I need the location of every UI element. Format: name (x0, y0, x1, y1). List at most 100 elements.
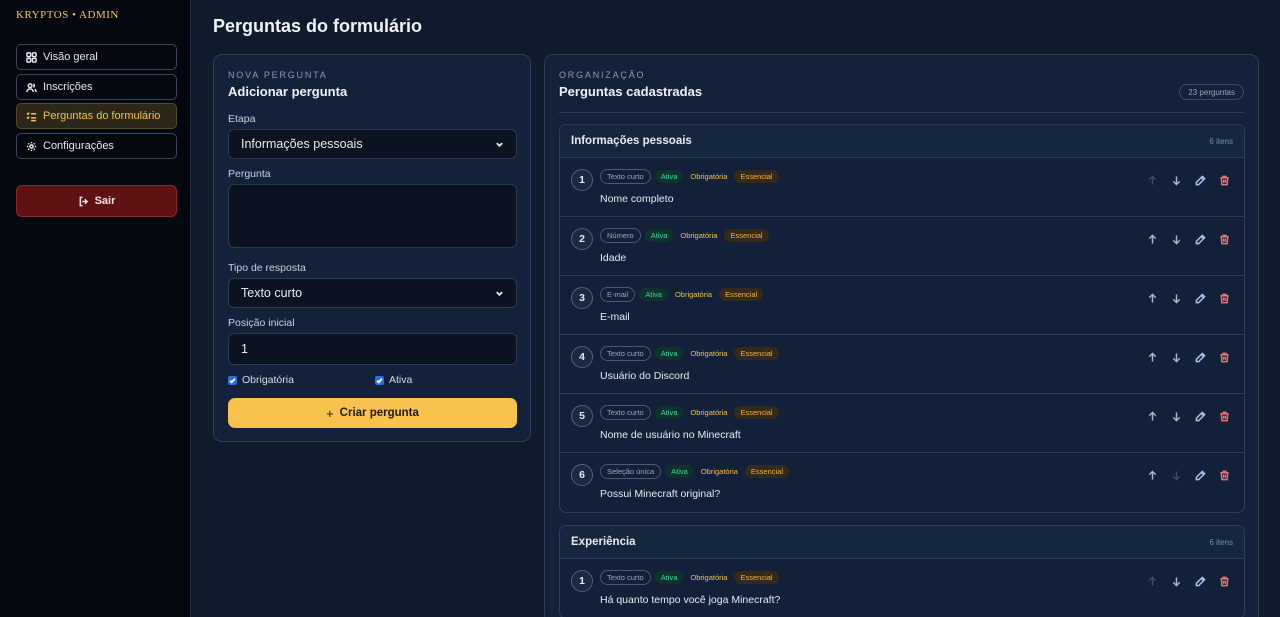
essential-badge: Essencial (734, 406, 779, 419)
required-checkbox[interactable]: Obrigatória (228, 374, 294, 386)
sidebar-item-label: Configurações (43, 140, 114, 152)
arrow-up-icon[interactable] (1147, 352, 1158, 363)
arrow-down-icon[interactable] (1171, 293, 1182, 304)
type-badge: Texto curto (600, 169, 651, 184)
arrow-down-icon[interactable] (1171, 470, 1182, 481)
question-actions (1147, 352, 1230, 363)
sidebar-item-label: Visão geral (43, 51, 98, 63)
question-group: Informações pessoais 6 itens 1 Texto curto A… (559, 124, 1245, 513)
arrow-down-icon[interactable] (1171, 352, 1182, 363)
group-header: Experiência 6 itens (560, 526, 1244, 559)
question-tags: Seleção única Ativa Obrigatória Essencial (600, 464, 790, 479)
group-name: Informações pessoais (571, 135, 692, 147)
pencil-icon[interactable] (1195, 293, 1206, 304)
essential-badge: Essencial (744, 465, 790, 478)
essential-badge: Essencial (724, 229, 769, 242)
stage-select-value: Informações pessoais (241, 137, 363, 151)
grid-icon (26, 51, 37, 63)
type-label: Tipo de resposta (228, 262, 306, 274)
arrow-down-icon[interactable] (1171, 175, 1182, 186)
arrow-up-icon[interactable] (1147, 576, 1158, 587)
question-textarea[interactable] (228, 184, 517, 248)
logout-button[interactable]: Sair (16, 185, 177, 217)
trash-icon[interactable] (1219, 175, 1230, 186)
arrow-up-icon[interactable] (1147, 470, 1158, 481)
question-text: Usuário do Discord (600, 370, 690, 382)
trash-icon[interactable] (1219, 411, 1230, 422)
group-count: 6 itens (1209, 537, 1233, 547)
response-type-select[interactable]: Texto curto (228, 278, 517, 308)
question-actions (1147, 175, 1230, 186)
question-text: Há quanto tempo você joga Minecraft? (600, 594, 781, 606)
chevron-down-icon (496, 291, 503, 296)
sidebar: KRYPTOS • ADMIN Visão geral Inscrições P… (0, 0, 191, 617)
status-badge: Ativa (644, 229, 674, 242)
plus-icon: + (326, 405, 334, 421)
checkbox-checked-icon (228, 375, 237, 385)
position-input[interactable]: 1 (228, 333, 517, 365)
question-position-badge: 1 (571, 169, 593, 191)
question-actions (1147, 470, 1230, 481)
status-badge: Ativa (654, 571, 684, 584)
sidebar-item-inscricoes[interactable]: Inscrições (16, 74, 177, 100)
trash-icon[interactable] (1219, 234, 1230, 245)
question-actions (1147, 293, 1230, 304)
logout-icon (79, 196, 88, 206)
question-position-badge: 5 (571, 405, 593, 427)
status-badge: Ativa (639, 288, 668, 301)
position-input-value: 1 (241, 342, 248, 356)
arrow-up-icon[interactable] (1147, 175, 1158, 186)
group-header: Informações pessoais 6 itens (560, 125, 1244, 158)
arrow-up-icon[interactable] (1147, 293, 1158, 304)
page-title: Perguntas do formulário (213, 16, 423, 36)
type-badge: E-mail (600, 287, 636, 302)
question-row: 4 Texto curto Ativa Obrigatória Essencial Usu… (560, 335, 1244, 394)
trash-icon[interactable] (1219, 352, 1230, 363)
question-tags: Texto curto Ativa Obrigatória Essencial (600, 405, 779, 420)
chevron-down-icon (496, 142, 503, 147)
sidebar-item-configuracoes[interactable]: Configurações (16, 133, 177, 159)
trash-icon[interactable] (1219, 576, 1230, 587)
arrow-down-icon[interactable] (1171, 576, 1182, 587)
required-badge: Obrigatória (690, 172, 728, 181)
arrow-down-icon[interactable] (1171, 234, 1182, 245)
position-label: Posição inicial (228, 317, 295, 329)
question-tags: Texto curto Ativa Obrigatória Essencial (600, 570, 779, 585)
stage-select[interactable]: Informações pessoais (228, 129, 517, 159)
question-row: 1 Texto curto Ativa Obrigatória Essencial Nom… (560, 158, 1244, 217)
question-text: Possui Minecraft original? (600, 488, 721, 500)
list-check-icon (26, 111, 37, 121)
sidebar-item-visao-geral[interactable]: Visão geral (16, 44, 177, 70)
pencil-icon[interactable] (1195, 175, 1206, 186)
card-title: Perguntas cadastradas (559, 84, 703, 99)
gear-icon (26, 141, 37, 151)
arrow-up-icon[interactable] (1147, 411, 1158, 422)
trash-icon[interactable] (1219, 293, 1230, 304)
required-badge: Obrigatória (674, 290, 713, 299)
active-checkbox[interactable]: Ativa (375, 374, 412, 386)
pencil-icon[interactable] (1195, 576, 1206, 587)
card-title: Adicionar pergunta (228, 84, 348, 99)
registered-questions-card: ORGANIZAÇÃO Perguntas cadastradas 23 per… (544, 54, 1259, 617)
checkbox-checked-icon (375, 375, 384, 385)
create-question-label: Criar pergunta (339, 407, 419, 419)
active-label: Ativa (389, 374, 413, 386)
question-text: Nome de usuário no Minecraft (600, 429, 741, 441)
type-badge: Texto curto (600, 405, 651, 420)
response-type-value: Texto curto (241, 286, 303, 300)
create-question-button[interactable]: + Criar pergunta (228, 398, 517, 428)
trash-icon[interactable] (1219, 470, 1230, 481)
arrow-down-icon[interactable] (1171, 411, 1182, 422)
pencil-icon[interactable] (1195, 234, 1206, 245)
essential-badge: Essencial (734, 571, 779, 584)
pencil-icon[interactable] (1195, 352, 1206, 363)
divider (559, 112, 1244, 113)
pencil-icon[interactable] (1195, 411, 1206, 422)
question-position-badge: 2 (571, 228, 593, 250)
question-row: 6 Seleção única Ativa Obrigatória Essencial P… (560, 453, 1244, 512)
card-eyebrow: ORGANIZAÇÃO (559, 70, 646, 80)
required-badge: Obrigatória (690, 408, 728, 417)
pencil-icon[interactable] (1195, 470, 1206, 481)
arrow-up-icon[interactable] (1147, 234, 1158, 245)
sidebar-item-perguntas[interactable]: Perguntas do formulário (16, 103, 177, 129)
